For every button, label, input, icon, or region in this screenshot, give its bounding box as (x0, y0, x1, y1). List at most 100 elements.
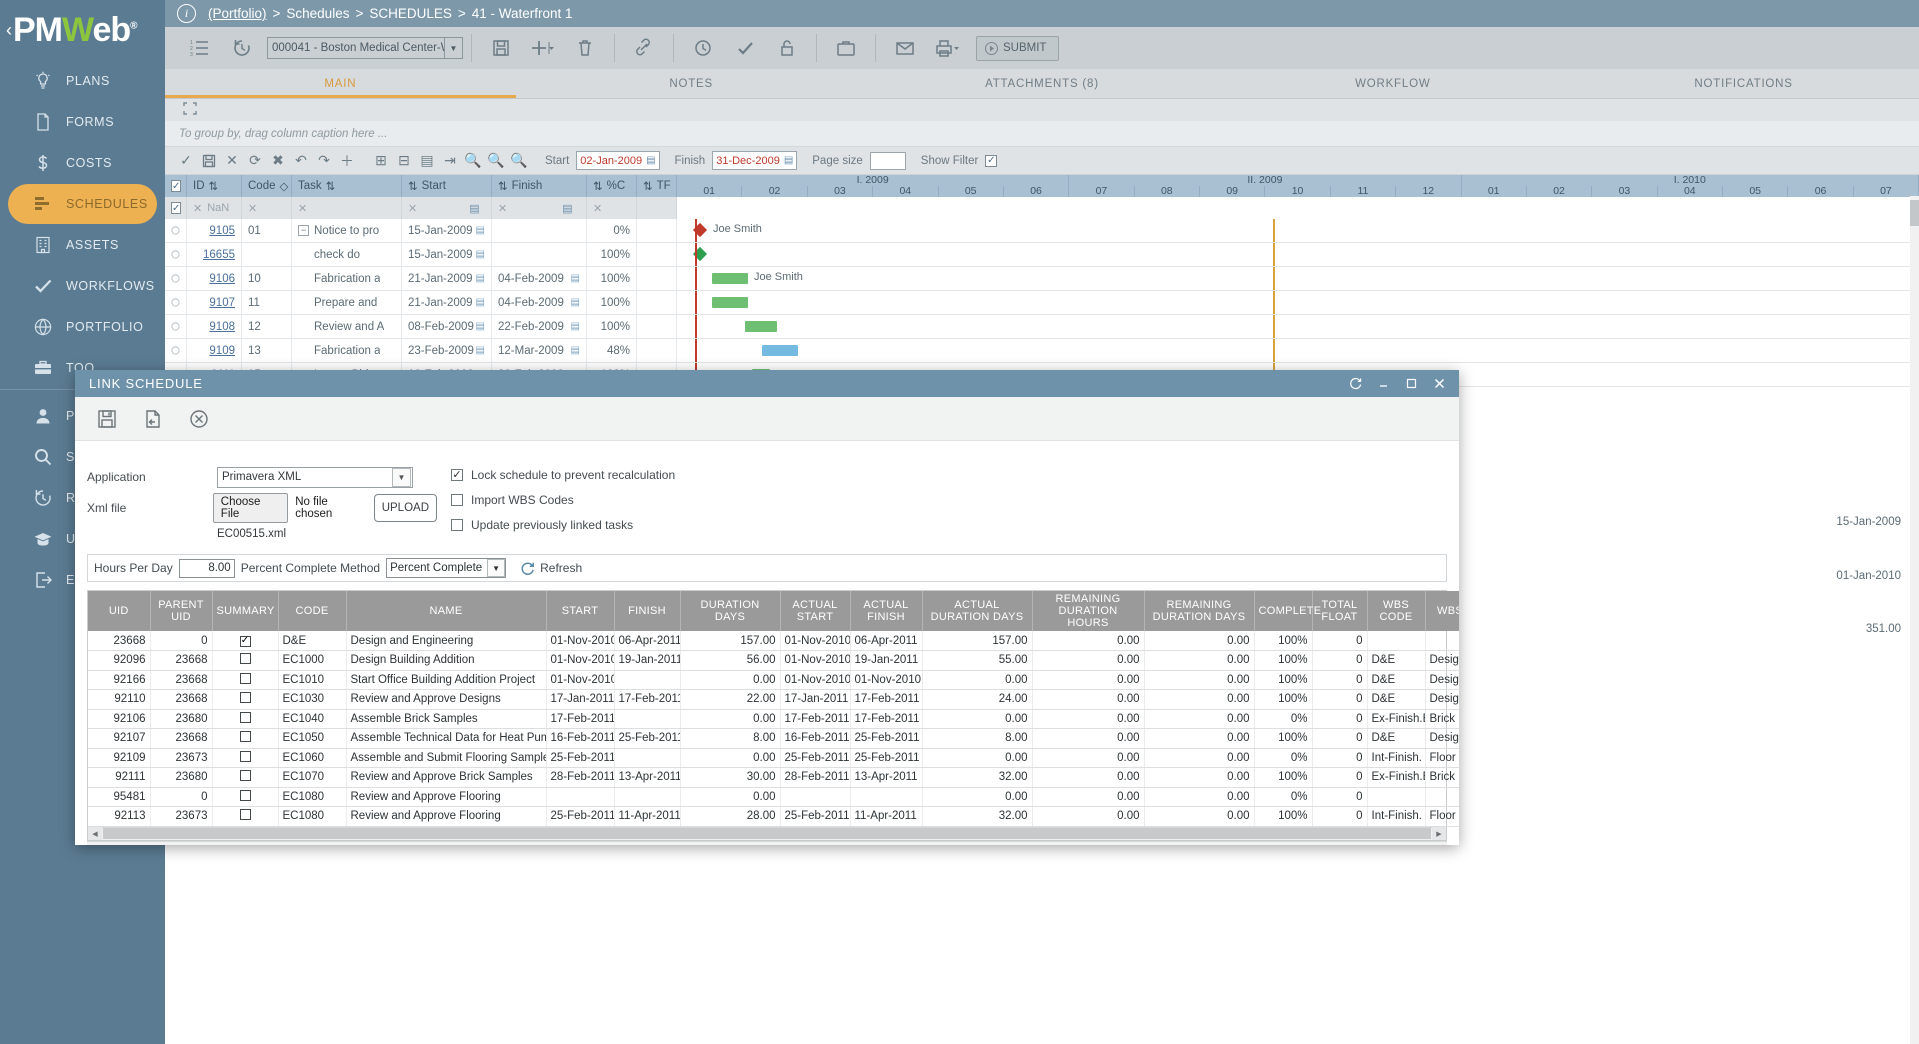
percent-complete-method-select[interactable]: Percent Complete ▼ (386, 558, 506, 578)
cell-finish[interactable]: 04-Feb-2009▤ (492, 291, 587, 314)
clear-icon[interactable]: ✕ (298, 202, 307, 215)
vertical-scrollbar[interactable] (1910, 196, 1919, 1044)
cell-summary[interactable] (212, 690, 278, 710)
page-size-input[interactable] (870, 152, 906, 170)
table-row[interactable]: 9211123680EC1070Review and Approve Brick… (88, 768, 1459, 788)
column-header-code[interactable]: CODE (278, 591, 346, 631)
column-header-summary[interactable]: SUMMARY (212, 591, 278, 631)
mail-icon[interactable] (884, 27, 926, 69)
column-header-actual-duration-days[interactable]: ACTUAL DURATION DAYS (922, 591, 1032, 631)
sidebar-item-assets[interactable]: ASSETS (8, 225, 157, 265)
add-icon[interactable] (522, 27, 564, 69)
save-icon[interactable] (93, 405, 121, 433)
calendar-icon[interactable]: ▤ (646, 155, 655, 166)
row-id-link[interactable]: 16655 (203, 249, 235, 261)
calendar-icon[interactable]: ▤ (571, 273, 580, 284)
refresh-icon[interactable]: ⟳ (244, 149, 266, 173)
column-header-remaining-duration-days[interactable]: REMAINING DURATION DAYS (1144, 591, 1254, 631)
table-horizontal-scrollbar[interactable]: ◀ ▶ (88, 827, 1446, 840)
sort-icon[interactable]: ⇅ (643, 179, 653, 193)
table-row[interactable]: 910610Fabrication a21-Jan-2009▤04-Feb-20… (165, 267, 1919, 291)
cell-summary[interactable] (212, 651, 278, 671)
project-select[interactable]: 000041 - Boston Medical Center-Wat ▼ (267, 37, 463, 59)
summary-checkbox[interactable] (240, 751, 251, 762)
clear-icon[interactable]: ✕ (248, 202, 257, 215)
calendar-icon[interactable]: ▤ (476, 273, 485, 284)
table-row[interactable]: 9216623668EC1010Start Office Building Ad… (88, 670, 1459, 690)
sort-icon[interactable]: ◇ (280, 179, 289, 193)
calendar-icon[interactable]: ▤ (784, 155, 793, 166)
clock-icon[interactable] (682, 27, 724, 69)
row-status-icon[interactable] (165, 291, 187, 314)
summary-checkbox[interactable] (240, 653, 251, 664)
export-icon[interactable] (139, 405, 167, 433)
zoom-out-icon[interactable]: 🔍 (462, 149, 484, 173)
tab-main[interactable]: MAIN (165, 69, 516, 98)
row-status-icon[interactable] (165, 243, 187, 266)
calendar-icon[interactable]: ▤ (469, 202, 479, 215)
select-all-checkbox[interactable]: ✓ (171, 180, 181, 192)
column-header-finish[interactable]: FINISH (614, 591, 680, 631)
link-icon[interactable] (623, 27, 665, 69)
row-id-link[interactable]: 9106 (209, 273, 235, 285)
cell-start[interactable]: 21-Jan-2009▤ (402, 291, 492, 314)
refresh-icon[interactable] (1341, 370, 1369, 397)
row-status-icon[interactable] (165, 219, 187, 242)
indent-icon[interactable]: ⇥ (439, 149, 461, 173)
group-by-hint[interactable]: To group by, drag column caption here ..… (165, 121, 1919, 147)
scroll-left-icon[interactable]: ◀ (88, 827, 102, 840)
filter-pct[interactable]: ✕ (587, 197, 637, 219)
zoom-fit-icon[interactable]: 🔍 (508, 149, 530, 173)
accept-icon[interactable]: ✓ (175, 149, 197, 173)
table-row[interactable]: 9210923673EC1060Assemble and Submit Floo… (88, 748, 1459, 768)
sidebar-collapse-icon[interactable]: ‹ (6, 20, 12, 41)
sort-icon[interactable]: ⇅ (498, 179, 508, 193)
table-row[interactable]: 9211023668EC1030Review and Approve Desig… (88, 690, 1459, 710)
column-header-remaining-duration-hours[interactable]: REMAINING DURATION HOURS (1032, 591, 1144, 631)
table-row[interactable]: 910913Fabrication a23-Feb-2009▤12-Mar-20… (165, 339, 1919, 363)
table-row[interactable]: 910711Prepare and21-Jan-2009▤04-Feb-2009… (165, 291, 1919, 315)
maximize-icon[interactable] (1397, 370, 1425, 397)
summary-checkbox[interactable] (240, 673, 251, 684)
summary-checkbox[interactable] (240, 790, 251, 801)
calendar-icon[interactable]: ▤ (571, 345, 580, 356)
column-header-start[interactable]: ⇅Start (402, 175, 492, 197)
column-header-actual-finish[interactable]: ACTUAL FINISH (850, 591, 922, 631)
tab-workflow[interactable]: WORKFLOW (1217, 69, 1568, 98)
column-header-pct[interactable]: ⇅%C (587, 175, 637, 197)
column-header-start[interactable]: START (546, 591, 614, 631)
cell-finish[interactable] (492, 243, 587, 266)
table-row[interactable]: 16655check do15-Jan-2009▤100% (165, 243, 1919, 267)
sidebar-item-workflows[interactable]: WORKFLOWS (8, 266, 157, 306)
sort-icon[interactable]: ⇅ (593, 179, 603, 193)
column-header-tf[interactable]: ⇅TF (637, 175, 677, 197)
cell-finish[interactable]: 12-Mar-2009▤ (492, 339, 587, 362)
cell-finish[interactable]: 04-Feb-2009▤ (492, 267, 587, 290)
clear-icon[interactable]: ✕ (193, 202, 202, 215)
cell-summary[interactable] (212, 748, 278, 768)
cell-summary[interactable] (212, 768, 278, 788)
column-header-actual-start[interactable]: ACTUAL START (780, 591, 850, 631)
calendar-icon[interactable]: ▤ (562, 202, 572, 215)
clear-icon[interactable]: ✕ (498, 202, 507, 215)
calendar-icon[interactable]: ▤ (476, 225, 485, 236)
redo-icon[interactable]: ↷ (313, 149, 335, 173)
clear-filter-icon[interactable]: ✖ (267, 149, 289, 173)
column-header-id[interactable]: ID⇅ (187, 175, 242, 197)
filter-row-checkbox[interactable]: ✓ (171, 202, 181, 214)
row-id-link[interactable]: 9107 (209, 297, 235, 309)
table-row[interactable]: 9210723668EC1050Assemble Technical Data … (88, 729, 1459, 749)
sidebar-item-costs[interactable]: COSTS (8, 143, 157, 183)
hours-per-day-input[interactable]: 8.00 (179, 559, 235, 578)
cell-start[interactable]: 15-Jan-2009▤ (402, 219, 492, 242)
column-header-uid[interactable]: UID (88, 591, 150, 631)
checkbox-row[interactable]: Import WBS Codes (451, 490, 675, 510)
expand-icon[interactable] (183, 102, 197, 118)
scroll-right-icon[interactable]: ▶ (1432, 827, 1446, 840)
scrollbar-track[interactable] (102, 828, 1432, 839)
breadcrumb-part-2[interactable]: SCHEDULES (369, 6, 452, 21)
cell-summary[interactable] (212, 807, 278, 827)
vertical-scrollbar-thumb[interactable] (1910, 200, 1919, 226)
unlock-icon[interactable] (766, 27, 808, 69)
checkbox-row[interactable]: Update previously linked tasks (451, 515, 675, 535)
